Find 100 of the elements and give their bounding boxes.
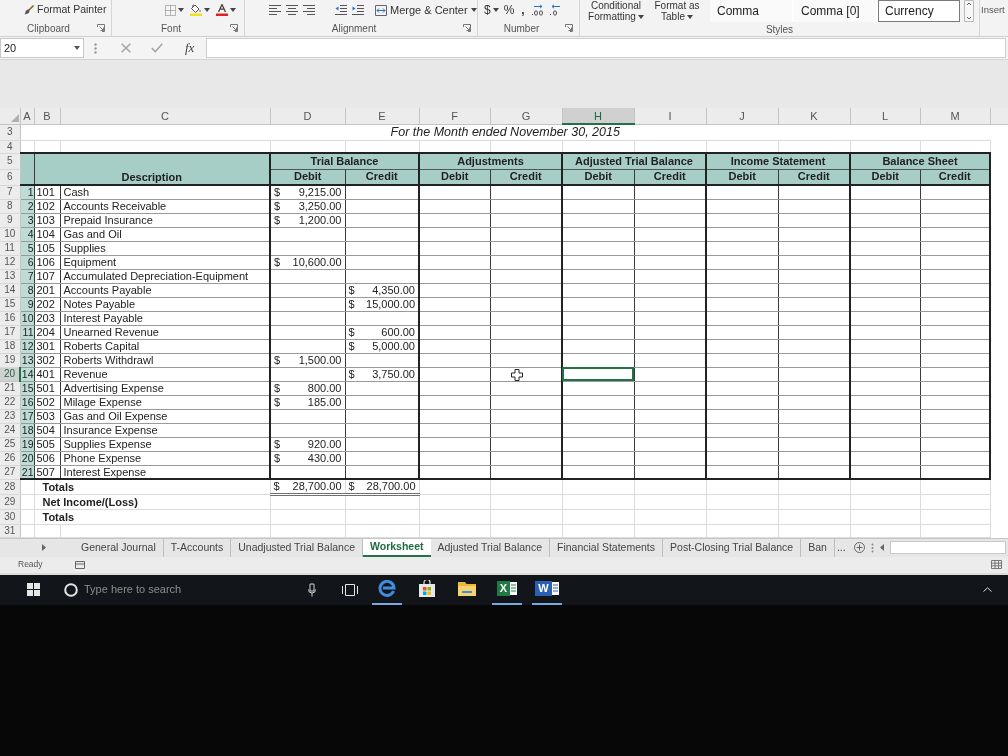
check-icon[interactable] bbox=[151, 43, 163, 53]
caret-icon bbox=[204, 8, 210, 13]
row-index: 7 bbox=[27, 270, 34, 282]
sheet-tab[interactable]: General Journal bbox=[74, 538, 164, 557]
format-painter-button[interactable]: Format Painter bbox=[22, 2, 109, 19]
sheet-tab[interactable]: Ban bbox=[801, 538, 835, 557]
increase-indent-icon[interactable] bbox=[352, 5, 364, 16]
dialog-launcher-icon[interactable] bbox=[463, 24, 471, 33]
sheet-tab[interactable]: T-Accounts bbox=[163, 538, 232, 557]
row-index: 9 bbox=[27, 298, 34, 310]
increase-decimal-icon[interactable] bbox=[530, 4, 545, 17]
column-header[interactable]: C bbox=[60, 108, 270, 124]
name-box[interactable]: 20 bbox=[0, 38, 84, 58]
currency-symbol: $ bbox=[348, 298, 355, 310]
more-tabs-button[interactable]: ... bbox=[834, 538, 848, 557]
borders-button[interactable] bbox=[165, 4, 184, 16]
row-index: 12 bbox=[21, 340, 34, 352]
amount: 600.00 bbox=[381, 326, 415, 338]
dialog-launcher-icon[interactable] bbox=[565, 24, 573, 33]
align-right-icon[interactable] bbox=[303, 5, 315, 16]
decrease-indent-icon[interactable] bbox=[335, 5, 347, 16]
cell-style-option[interactable]: Currency bbox=[878, 0, 960, 22]
sheet-tab[interactable]: Financial Statements bbox=[550, 538, 664, 557]
search-field[interactable]: Type here to search bbox=[84, 581, 254, 598]
amount: 185.00 bbox=[307, 396, 342, 408]
merge-center-button[interactable]: Merge & Center bbox=[375, 1, 477, 19]
row-index: 20 bbox=[21, 452, 34, 464]
selected-cell[interactable] bbox=[562, 367, 634, 381]
scroll-left-icon[interactable] bbox=[879, 544, 884, 551]
totals-label: Net Income/(Loss) bbox=[42, 495, 138, 508]
group-label: Styles bbox=[765, 23, 794, 37]
account-number: 301 bbox=[36, 340, 55, 352]
amount: 3,250.00 bbox=[298, 200, 342, 212]
currency-symbol: $ bbox=[274, 452, 281, 464]
sheet-tab[interactable]: Worksheet bbox=[363, 538, 431, 557]
microphone-icon bbox=[308, 582, 316, 597]
column-header[interactable]: E bbox=[345, 108, 419, 124]
column-header[interactable]: J bbox=[706, 108, 778, 124]
comma-style-button[interactable]: , bbox=[519, 1, 527, 20]
section-heading: Balance Sheet bbox=[882, 154, 958, 167]
account-number: 106 bbox=[36, 256, 55, 268]
column-header[interactable]: M bbox=[920, 108, 990, 124]
group-label: Alignment bbox=[331, 21, 377, 36]
next-sheet-arrow-icon[interactable] bbox=[42, 544, 46, 551]
account-number: 502 bbox=[36, 396, 55, 408]
percent-style-button[interactable]: % bbox=[502, 1, 516, 20]
worksheet-period-title: For the Month ended November 30, 2015 bbox=[390, 125, 620, 140]
column-heading: Credit bbox=[938, 170, 971, 183]
insert-button[interactable]: Insert bbox=[981, 3, 1005, 18]
normal-view-icon[interactable] bbox=[991, 560, 1002, 569]
column-header[interactable]: K bbox=[778, 108, 850, 124]
account-name: Supplies bbox=[63, 242, 106, 254]
column-header[interactable]: I bbox=[634, 108, 706, 124]
sheet-tab[interactable]: Adjusted Trial Balance bbox=[430, 538, 550, 557]
sheet-tab[interactable]: Post-Closing Trial Balance bbox=[663, 538, 802, 557]
account-number: 501 bbox=[36, 382, 55, 394]
fill-color-button[interactable] bbox=[190, 4, 210, 17]
account-name: Unearned Revenue bbox=[63, 326, 159, 338]
status-text: Ready bbox=[18, 558, 43, 571]
insert-function-button[interactable]: fx bbox=[183, 38, 197, 58]
cell-style-option[interactable]: Comma [0] bbox=[794, 0, 876, 22]
chevron-up-icon[interactable] bbox=[983, 587, 992, 592]
format-as-table-button[interactable]: Format as Table bbox=[652, 0, 702, 22]
gallery-scroll-icon[interactable] bbox=[964, 0, 974, 22]
dialog-launcher-icon[interactable] bbox=[230, 24, 238, 33]
currency-symbol: $ bbox=[274, 256, 281, 268]
currency-symbol: $ bbox=[348, 368, 355, 380]
row-index: 11 bbox=[22, 326, 34, 338]
font-color-button[interactable] bbox=[216, 4, 236, 17]
sheet-icon[interactable] bbox=[74, 560, 85, 569]
decrease-decimal-icon[interactable] bbox=[548, 4, 563, 17]
column-header[interactable]: F bbox=[419, 108, 490, 124]
horizontal-scrollbar[interactable] bbox=[889, 541, 1006, 554]
document-lines-icon bbox=[551, 581, 559, 596]
column-header[interactable]: B bbox=[34, 108, 60, 124]
accounting-format-button[interactable]: $ bbox=[484, 1, 499, 20]
conditional-formatting-button[interactable]: Conditional Formatting bbox=[584, 0, 648, 22]
font-color-icon bbox=[216, 4, 228, 17]
account-name: Interest Expense bbox=[63, 465, 147, 478]
account-number: 203 bbox=[36, 312, 55, 324]
column-header[interactable]: H bbox=[562, 108, 634, 124]
dialog-launcher-icon[interactable] bbox=[97, 24, 105, 33]
align-center-icon[interactable] bbox=[286, 5, 298, 16]
caret-icon bbox=[686, 15, 693, 20]
account-name: Accounts Receivable bbox=[63, 200, 167, 212]
taskbar-button[interactable]: W bbox=[532, 574, 562, 605]
column-header[interactable]: G bbox=[490, 108, 562, 124]
account-name: Gas and Oil bbox=[63, 228, 122, 240]
account-number: 201 bbox=[36, 284, 55, 296]
caret-icon bbox=[74, 46, 80, 50]
caret-icon bbox=[470, 8, 477, 13]
column-header[interactable]: D bbox=[270, 108, 345, 124]
taskbar-button[interactable]: X bbox=[492, 574, 522, 605]
formula-input[interactable] bbox=[206, 38, 1006, 58]
align-left-icon[interactable] bbox=[269, 5, 281, 16]
section-heading: Trial Balance bbox=[310, 154, 379, 167]
cell-style-option[interactable]: Comma bbox=[710, 0, 792, 22]
plus-circle-icon[interactable] bbox=[853, 542, 865, 553]
column-header[interactable]: L bbox=[850, 108, 920, 124]
account-name: Advertising Expense bbox=[63, 382, 164, 394]
